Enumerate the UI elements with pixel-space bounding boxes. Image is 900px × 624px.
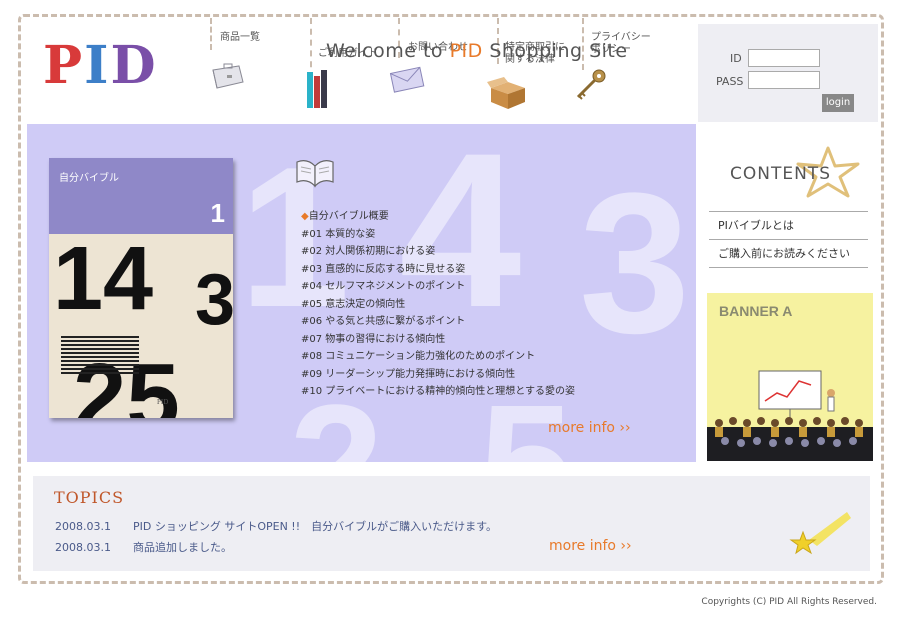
toc-item[interactable]: #09 リーダーシップ能力発揮時における傾向性 — [301, 366, 575, 384]
topics-heading: TOPICS — [54, 488, 125, 507]
toc-item[interactable]: #10 プライベートにおける精神的傾向性と理想とする愛の姿 — [301, 383, 575, 401]
envelope-icon — [389, 66, 425, 93]
topic-date: 2008.03.1 — [55, 541, 111, 554]
product-book-cover[interactable]: 自分バイブル 1 14 3 25 PID — [49, 158, 233, 418]
hero-more-info-link[interactable]: more info ›› — [548, 420, 631, 436]
toc-item[interactable]: #08 コミュニケーション能力強化のためのポイント — [301, 348, 575, 366]
welcome-suffix: Shopping Site — [482, 40, 628, 62]
banner-a[interactable]: BANNER A — [707, 293, 873, 461]
password-input[interactable] — [748, 71, 820, 89]
key-icon — [576, 69, 606, 100]
toc-item[interactable]: 自分バイブル概要 — [301, 208, 575, 226]
book-title: 自分バイブル — [59, 173, 119, 184]
book-number: 14 — [53, 229, 154, 329]
open-book-icon — [296, 160, 334, 188]
box-icon — [487, 77, 525, 109]
toc-item[interactable]: #06 やる気と共感に繋がるポイント — [301, 313, 575, 331]
site-logo[interactable]: PID — [43, 36, 158, 96]
toc-item[interactable]: #02 対人関係初期における姿 — [301, 243, 575, 261]
logo-letter: I — [84, 35, 111, 96]
welcome-heading: Welcome to PID Shopping Site — [326, 40, 628, 62]
nav-divider — [210, 18, 212, 50]
logo-letter: D — [110, 35, 158, 96]
book-volume: 1 — [210, 198, 225, 228]
welcome-prefix: Welcome to — [326, 40, 450, 62]
banner-label: BANNER A — [719, 303, 793, 319]
topic-item[interactable]: 2008.03.1 商品追加しました。 — [55, 539, 232, 555]
sidebar-link-before-purchase[interactable]: ご購入前にお読みください — [709, 240, 868, 268]
toc-item[interactable]: #05 意志決定の傾向性 — [301, 296, 575, 314]
presentation-illustration — [707, 370, 873, 461]
toc-item[interactable]: #07 物事の習得における傾向性 — [301, 331, 575, 349]
logo-letter: P — [43, 35, 85, 96]
toc-item[interactable]: #01 本質的な姿 — [301, 226, 575, 244]
table-of-contents: 自分バイブル概要 #01 本質的な姿 #02 対人関係初期における姿 #03 直… — [301, 208, 575, 401]
toc-item[interactable]: #04 セルフマネジメントのポイント — [301, 278, 575, 296]
book-text-block — [61, 336, 139, 374]
sidebar-link-about[interactable]: PIバイブルとは — [709, 212, 868, 240]
id-input[interactable] — [748, 49, 820, 67]
id-label: ID — [730, 52, 742, 65]
background-number: 3 — [579, 152, 691, 375]
toc-item[interactable]: #03 直感的に反応する時に見せる姿 — [301, 261, 575, 279]
topics-more-info-link[interactable]: more info ›› — [549, 538, 632, 554]
welcome-accent: PID — [449, 40, 483, 62]
login-panel: ID PASS login — [698, 24, 878, 122]
topics-section: TOPICS 2008.03.1 PID ショッピング サイトOPEN !! 自分… — [33, 476, 870, 571]
book-number: 3 — [195, 260, 233, 340]
topic-text: PID ショッピング サイトOPEN !! 自分バイブルがご購入いただけます。 — [133, 520, 498, 533]
copyright-text: Copyrights (C) PID All Rights Reserved. — [701, 597, 877, 607]
book-publisher: PID — [157, 398, 169, 406]
pass-label: PASS — [716, 75, 744, 88]
shooting-star-icon — [789, 512, 851, 555]
login-button[interactable]: login — [822, 94, 854, 112]
contents-heading: CONTENTS — [730, 164, 831, 184]
books-icon — [307, 70, 327, 108]
topic-item[interactable]: 2008.03.1 PID ショッピング サイトOPEN !! 自分バイブルがご購… — [55, 518, 497, 534]
nav-label: 商品一覧 — [220, 32, 260, 43]
briefcase-icon — [212, 63, 244, 89]
topic-date: 2008.03.1 — [55, 520, 111, 533]
topic-text: 商品追加しました。 — [133, 541, 232, 554]
hero-banner: 1 4 3 2 5 自分バイブル 1 14 3 25 PID 自分バイブル概要 … — [27, 124, 696, 462]
